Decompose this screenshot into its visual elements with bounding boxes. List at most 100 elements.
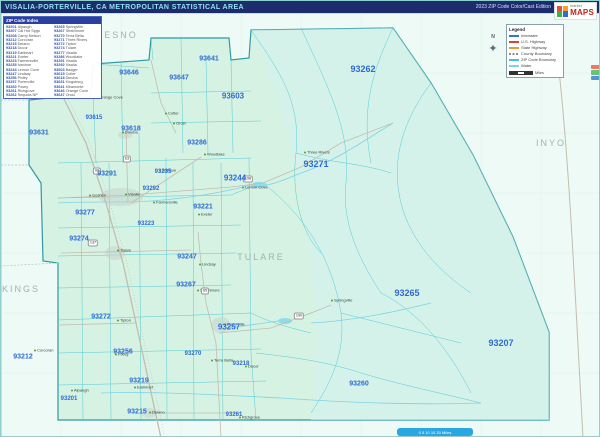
city-dot-icon xyxy=(204,153,206,155)
city-label-corcoran: Corcoran xyxy=(34,348,53,353)
city-dot-icon xyxy=(153,201,155,203)
legend-rows: Interstate U.S. Highway State Highway Count… xyxy=(509,33,561,69)
scale-segment xyxy=(509,70,517,75)
scale-unit-label: Miles xyxy=(535,70,544,75)
highway-shield-137: 137 xyxy=(87,239,99,247)
city-label-orosi: Orosi xyxy=(173,121,186,126)
map-canvas[interactable]: FRESNO KINGS TULARE INYO 93646 93647 93641 936… xyxy=(1,13,599,436)
city-dot-icon xyxy=(197,289,199,291)
city-dot-icon xyxy=(198,213,200,215)
map-title: VISALIA-PORTERVILLE, CA METROPOLITAN STA… xyxy=(5,3,244,11)
zip-label-93201: 93201 xyxy=(60,396,78,402)
zip-label-93235: 93235 xyxy=(154,169,172,175)
zip-label-93261: 93261 xyxy=(225,412,243,418)
city-dot-icon xyxy=(134,386,136,388)
zip-label-93603: 93603 xyxy=(221,91,245,101)
county-label-kings: KINGS xyxy=(1,284,41,294)
zip-label-93615: 93615 xyxy=(85,115,103,121)
zip-index-panel: ZIP Code Index 93201Alpaugh 93207Cal Hot … xyxy=(3,16,102,100)
legend-item-water: Water xyxy=(509,63,561,69)
city-label-exeter: Exeter xyxy=(198,212,213,217)
city-label-woodlake: Woodlake xyxy=(204,152,225,157)
city-label-tipton: Tipton xyxy=(117,318,131,323)
zip-label-93219: 93219 xyxy=(129,377,149,385)
scale-bar-label: 0 5 10 15 20 Miles xyxy=(418,429,452,435)
compass-rose: N ✦ xyxy=(485,35,501,57)
map-poster: VISALIA-PORTERVILLE, CA METROPOLITAN STA… xyxy=(0,0,600,437)
city-label-alpaugh: Alpaugh xyxy=(71,388,89,393)
legend-scale-bar: Miles xyxy=(509,70,561,75)
highway-shield-65: 65 xyxy=(200,287,210,295)
city-label-farmersville: Farmersville xyxy=(153,200,178,205)
zip-label-93244: 93244 xyxy=(223,173,247,183)
city-label-cutler: Cutler xyxy=(165,111,179,116)
zip-label-93631: 93631 xyxy=(29,129,49,137)
city-dot-icon xyxy=(165,112,167,114)
zip-label-93641: 93641 xyxy=(199,55,219,63)
zip-label-93291: 93291 xyxy=(97,170,117,178)
city-dot-icon xyxy=(117,319,119,321)
publisher-stamp xyxy=(591,65,599,80)
city-dot-icon xyxy=(71,389,73,391)
city-label-three-rivers: Three Rivers xyxy=(304,150,330,155)
county-label-tulare: TULARE xyxy=(237,252,285,262)
edition-label: 2023 ZIP Code Color/Cast Edition xyxy=(475,4,551,10)
legend-title: Legend xyxy=(509,27,526,32)
city-label-delano: Delano xyxy=(149,410,165,415)
zip-label-93215: 93215 xyxy=(127,408,147,416)
city-label-lindsay: Lindsay xyxy=(199,262,216,267)
legend-line-swatch xyxy=(509,53,519,55)
zip-index-row-93262: 93262Sequoia NP xyxy=(6,93,38,97)
city-dot-icon xyxy=(125,193,127,195)
stamp-green-block xyxy=(591,70,599,75)
stamp-red-block xyxy=(591,65,599,70)
zip-label-93265: 93265 xyxy=(394,288,420,298)
zip-label-93292: 93292 xyxy=(142,186,160,192)
zip-index-rows: 93201Alpaugh 93207Cal Hot Spgs 93208Camp N… xyxy=(4,24,101,98)
legend-line-swatch xyxy=(509,59,519,61)
zip-label-93223: 93223 xyxy=(137,221,155,227)
zip-label-93272: 93272 xyxy=(91,313,111,321)
highway-shield-190: 190 xyxy=(293,312,305,320)
zip-label-93274: 93274 xyxy=(69,235,89,243)
zip-label-93286: 93286 xyxy=(187,139,207,147)
city-dot-icon xyxy=(242,186,244,188)
zip-label-93247: 93247 xyxy=(177,253,197,261)
north-label: N xyxy=(491,34,495,40)
zip-label-93212: 93212 xyxy=(13,353,33,361)
city-dot-icon xyxy=(173,122,175,124)
logo-text: market MAPS xyxy=(570,5,594,17)
city-dot-icon xyxy=(34,349,36,351)
zip-label-93262: 93262 xyxy=(350,64,376,74)
zip-label-93271: 93271 xyxy=(303,159,329,169)
zip-index-row-93647: 93647Orosi xyxy=(54,93,75,97)
city-label-tulare: Tulare xyxy=(117,248,131,253)
scale-segment xyxy=(517,70,525,75)
city-label-earlimart: Earlimart xyxy=(134,385,153,390)
city-dot-icon xyxy=(89,194,91,196)
legend-line-swatch xyxy=(509,65,519,67)
city-dot-icon xyxy=(117,249,119,251)
scale-segment xyxy=(525,70,533,75)
zip-label-93270: 93270 xyxy=(184,351,202,357)
scale-bar: 0 5 10 15 20 Miles xyxy=(397,428,473,436)
marketmaps-logo: market MAPS xyxy=(554,2,597,20)
stamp-blue-block xyxy=(591,75,599,80)
highway-shield-63: 63 xyxy=(122,155,132,163)
zip-label-93260: 93260 xyxy=(349,380,369,388)
legend-line-swatch xyxy=(509,35,519,37)
zip-label-93221: 93221 xyxy=(193,203,213,211)
zip-label-93218: 93218 xyxy=(232,361,250,367)
zip-label-93647: 93647 xyxy=(169,74,189,82)
zip-label-93277: 93277 xyxy=(75,209,95,217)
city-dot-icon xyxy=(149,411,151,413)
zip-label-93256: 93256 xyxy=(113,348,133,356)
city-label-lemon-cove: Lemon Cove xyxy=(242,185,268,190)
city-dot-icon xyxy=(199,263,201,265)
map-legend-panel: Legend Interstate U.S. Highway State Highw… xyxy=(506,24,564,78)
city-label-goshen: Goshen xyxy=(89,193,106,198)
legend-line-swatch xyxy=(509,41,519,43)
county-label-inyo: INYO xyxy=(535,138,567,148)
zip-index-title: ZIP Code Index xyxy=(4,17,101,24)
zip-label-93267: 93267 xyxy=(176,281,196,289)
